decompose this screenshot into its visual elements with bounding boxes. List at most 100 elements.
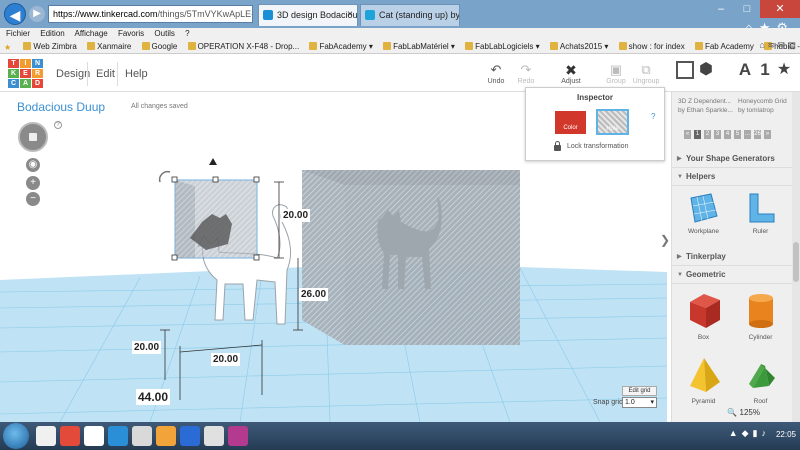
view-help-icon[interactable]: ? — [54, 121, 62, 129]
page-item[interactable]: 1 — [694, 130, 701, 139]
ungroup-button[interactable]: ⧉ Ungroup — [626, 62, 666, 85]
section-shape-generators[interactable]: ▶ Your Shape Generators — [672, 150, 792, 168]
edit-grid-button[interactable]: Edit grid — [622, 386, 657, 396]
favorite-link[interactable]: Fab Academy — [694, 40, 754, 53]
shape-pyramid[interactable]: Pyramid — [676, 354, 731, 405]
section-geometric[interactable]: ▼ Geometric — [672, 266, 792, 284]
dimension-cat-height[interactable]: 26.00 — [299, 288, 329, 301]
page-item[interactable]: 3 — [714, 130, 721, 139]
tab-tinkercad[interactable]: 3D design Bodacious Duup ... × — [258, 4, 358, 26]
taskbar-clock[interactable]: 22:05 — [776, 430, 796, 439]
taskbar-app-icon[interactable] — [132, 426, 152, 446]
menu-file[interactable]: Fichier — [6, 29, 30, 38]
page-prev[interactable]: « — [684, 130, 691, 139]
taskbar-app-icon[interactable] — [108, 426, 128, 446]
taskbar-app-icon[interactable] — [156, 426, 176, 446]
menu-edit[interactable]: Edition — [40, 29, 64, 38]
favorite-folder[interactable]: Achats2015 ▾ — [549, 40, 608, 53]
minimize-button[interactable]: – — [708, 0, 734, 18]
redo-button[interactable]: ↷ Redo — [506, 62, 546, 85]
favorites-star-icon[interactable]: ★ — [4, 40, 13, 53]
community-shape[interactable]: 3D Z Dependent... by Ethan Sparkle... — [678, 97, 733, 115]
page-item[interactable]: 5 — [734, 130, 741, 139]
nav-help[interactable]: Help — [125, 68, 148, 80]
section-tinkerplay[interactable]: ▶ Tinkerplay — [672, 248, 792, 266]
taskbar-app-icon[interactable] — [228, 426, 248, 446]
taskbar-app-icon[interactable] — [84, 426, 104, 446]
favorite-folder[interactable]: FabLabMatériel ▾ — [383, 40, 455, 53]
maximize-button[interactable]: □ — [734, 0, 760, 18]
menu-tools[interactable]: Outils — [154, 29, 174, 38]
back-button[interactable]: ◀ — [4, 3, 26, 25]
tinkercad-logo[interactable]: TIN KER CAD — [8, 59, 43, 88]
lock-transformation-label[interactable]: Lock transformation — [567, 143, 628, 150]
scrollbar-thumb[interactable] — [793, 242, 799, 282]
hole-button[interactable]: Hole — [596, 109, 629, 135]
rotate-handle-icon[interactable] — [158, 170, 171, 183]
page-item[interactable]: 2 — [704, 130, 711, 139]
shape-ruler[interactable]: Ruler — [733, 192, 788, 235]
orbit-control[interactable] — [18, 122, 48, 152]
favorite-link[interactable]: OPERATION X-F48 - Drop... — [187, 40, 299, 53]
zoom-in-button[interactable]: + — [26, 176, 40, 190]
menu-view[interactable]: Affichage — [75, 29, 108, 38]
home-icon[interactable]: ⌂ — [759, 40, 764, 50]
panel-scrollbar[interactable] — [792, 92, 800, 422]
favorite-link[interactable]: show : for index — [618, 40, 685, 53]
shape-workplane[interactable]: Workplane — [676, 192, 731, 235]
favorite-folder[interactable]: FabAcademy ▾ — [309, 40, 373, 53]
menu-favorites[interactable]: Favoris — [118, 29, 144, 38]
favorite-link[interactable]: Xanmaire — [87, 40, 131, 53]
adjust-button[interactable]: ✖ Adjust — [551, 62, 591, 85]
tab-thingiverse[interactable]: Cat (standing up) by Scintilla - Thingiv… — [360, 4, 460, 26]
volume-icon[interactable]: ♪ — [762, 428, 771, 438]
dimension-box-height[interactable]: 20.00 — [281, 209, 311, 222]
start-button[interactable] — [3, 423, 29, 449]
section-helpers[interactable]: ▼ Helpers — [672, 168, 792, 186]
forward-button[interactable]: ▶ — [29, 6, 45, 22]
taskbar-app-icon[interactable] — [180, 426, 200, 446]
favorite-link[interactable]: Web Zimbra — [23, 40, 77, 53]
favorite-folder[interactable]: FabLabLogiciels ▾ — [465, 40, 540, 53]
address-bar[interactable]: https://www.tinkercad.com/things/5TmVYKw… — [48, 5, 253, 23]
shape-roof[interactable]: Roof — [733, 354, 788, 405]
menu-help[interactable]: ? — [185, 29, 189, 38]
taskbar-app-icon[interactable] — [60, 426, 80, 446]
close-tab-icon[interactable]: × — [347, 5, 353, 25]
zoom-out-button[interactable]: − — [26, 192, 40, 206]
page-item[interactable]: 26 — [754, 130, 761, 139]
collapse-panel-chevron-icon[interactable]: ❯ — [660, 230, 670, 250]
design-title[interactable]: Bodacious Duup — [17, 100, 105, 114]
network-icon[interactable]: ▮ — [753, 428, 762, 438]
rss-icon[interactable]: ≋ — [767, 40, 775, 50]
lock-icon[interactable] — [554, 141, 561, 151]
taskbar-app-icon[interactable] — [36, 426, 56, 446]
color-button[interactable]: Color — [555, 111, 586, 134]
fit-view-button[interactable]: ◉ — [26, 158, 40, 172]
browser-zoom-level[interactable]: 🔍 125% — [727, 408, 760, 417]
shapes-cube-icon[interactable]: ⬢ — [697, 61, 715, 79]
home-view-icon[interactable] — [29, 133, 37, 141]
nav-edit[interactable]: Edit — [96, 68, 115, 80]
page-next[interactable]: » — [764, 130, 771, 139]
dimension-length[interactable]: 44.00 — [136, 389, 171, 405]
inspector-help-icon[interactable]: ? — [651, 112, 655, 121]
symbol-shapes-icon[interactable]: ★ — [775, 61, 793, 79]
dimension-depth[interactable]: 20.00 — [132, 341, 162, 354]
print-icon[interactable]: ▤ — [787, 40, 796, 50]
text-shapes-button[interactable]: A — [736, 61, 754, 79]
shape-box[interactable]: Box — [676, 290, 731, 341]
taskbar-app-icon[interactable] — [204, 426, 224, 446]
community-shape[interactable]: Honeycomb Grid by tomlatrop — [738, 97, 792, 115]
snap-grid-select[interactable]: 1.0 ▾ — [622, 397, 657, 408]
lift-arrow-icon[interactable] — [209, 158, 217, 165]
tray-icon[interactable]: ▲ — [729, 428, 742, 438]
shape-cylinder[interactable]: Cylinder — [733, 290, 788, 341]
favorite-link[interactable]: Google — [141, 40, 177, 53]
dimension-width[interactable]: 20.00 — [211, 353, 241, 366]
nav-design[interactable]: Design — [56, 68, 90, 80]
close-window-button[interactable]: ✕ — [760, 0, 800, 18]
mail-icon[interactable]: ✉ — [777, 40, 785, 50]
number-shapes-button[interactable]: 1 — [756, 61, 774, 79]
workplane-view-icon[interactable] — [676, 61, 694, 79]
